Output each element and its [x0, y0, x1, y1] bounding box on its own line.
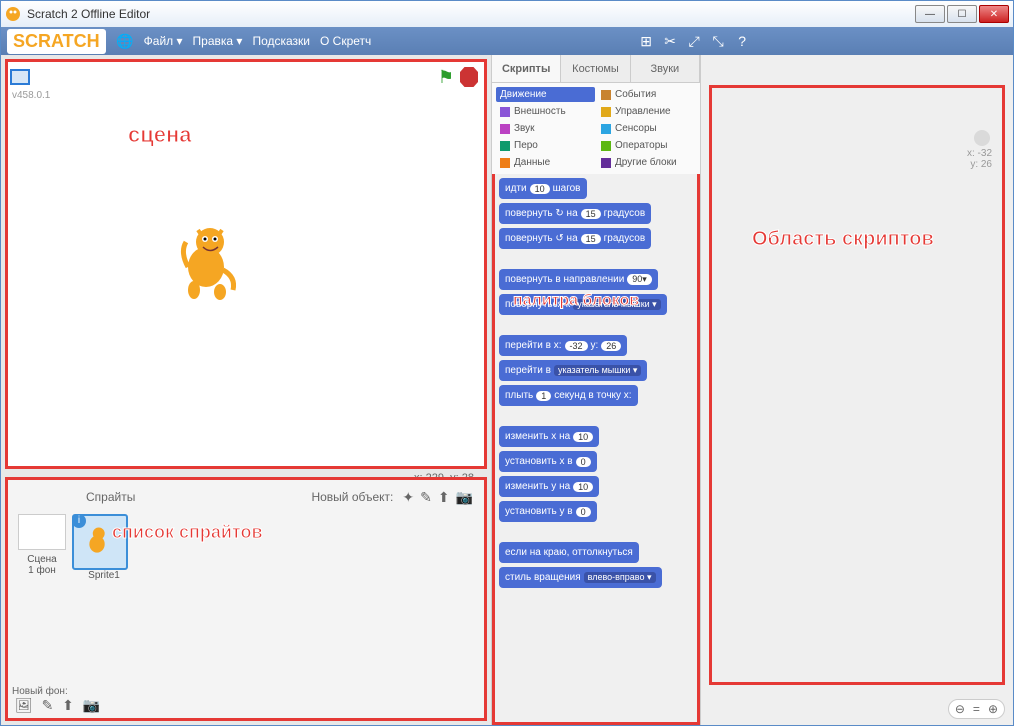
- block-set-x[interactable]: установить x в0: [499, 451, 597, 472]
- new-backdrop-label: Новый фон:: [12, 686, 103, 697]
- annotation-scripts-area: Область скриптов: [752, 228, 934, 251]
- category-Звук[interactable]: Звук: [496, 121, 595, 136]
- camera-backdrop-icon[interactable]: 📷: [83, 697, 100, 713]
- window-titlebar: Scratch 2 Offline Editor — ☐ ✕: [1, 1, 1013, 27]
- fullscreen-button[interactable]: [10, 69, 30, 85]
- window-close-button[interactable]: ✕: [979, 5, 1009, 23]
- stamp-icon[interactable]: ⊞: [637, 32, 655, 50]
- category-grid: ДвижениеСобытияВнешностьУправлениеЗвукСе…: [492, 83, 700, 174]
- category-Сенсоры[interactable]: Сенсоры: [597, 121, 696, 136]
- category-Движение[interactable]: Движение: [496, 87, 595, 102]
- blocks-palette: палитра блоков идти10шагов повернуть ↻ н…: [492, 174, 700, 725]
- choose-backdrop-icon[interactable]: 🖼: [15, 697, 33, 713]
- annotation-sprite-list: список спрайтов: [112, 522, 263, 543]
- block-rotation-style[interactable]: стиль вращениявлево-вправо ▾: [499, 567, 662, 588]
- window-maximize-button[interactable]: ☐: [947, 5, 977, 23]
- sprite-info-icon[interactable]: i: [72, 514, 86, 528]
- grow-icon[interactable]: ⤢: [685, 32, 703, 50]
- scripts-area[interactable]: Область скриптов x: -32 y: 26: [709, 85, 1005, 685]
- menu-tips[interactable]: Подсказки: [252, 34, 310, 48]
- stage-sprite-cat[interactable]: [178, 222, 248, 302]
- block-goto-xy[interactable]: перейти в x:-32y:26: [499, 335, 627, 356]
- window-title: Scratch 2 Offline Editor: [27, 7, 150, 21]
- shrink-icon[interactable]: ⤡: [709, 32, 727, 50]
- block-move-steps[interactable]: идти10шагов: [499, 178, 587, 199]
- category-Другие блоки[interactable]: Другие блоки: [597, 155, 696, 170]
- help-icon[interactable]: ?: [733, 32, 751, 50]
- new-object-label: Новый объект:: [311, 490, 393, 504]
- zoom-in-icon[interactable]: ⊕: [988, 702, 998, 716]
- category-Перо[interactable]: Перо: [496, 138, 595, 153]
- version-label: v458.0.1: [12, 90, 50, 101]
- block-goto-target[interactable]: перейти вуказатель мышки ▾: [499, 360, 647, 381]
- category-Управление[interactable]: Управление: [597, 104, 696, 119]
- menu-file[interactable]: Файл ▾: [144, 34, 183, 48]
- paint-sprite-icon[interactable]: ✎: [420, 489, 432, 506]
- annotation-palette: палитра блоков: [513, 292, 639, 310]
- scratch-app-icon: [5, 6, 21, 22]
- tab-costumes[interactable]: Костюмы: [561, 55, 630, 82]
- block-change-x[interactable]: изменить x на10: [499, 426, 599, 447]
- block-change-y[interactable]: изменить y на10: [499, 476, 599, 497]
- menubar: SCRATCH 🌐 Файл ▾ Правка ▾ Подсказки О Ск…: [1, 27, 1013, 55]
- zoom-reset-icon[interactable]: =: [973, 702, 980, 716]
- choose-sprite-icon[interactable]: ✦: [402, 489, 414, 506]
- scratch-logo[interactable]: SCRATCH: [7, 29, 106, 54]
- block-glide[interactable]: плыть1секунд в точку x:: [499, 385, 638, 406]
- window-minimize-button[interactable]: —: [915, 5, 945, 23]
- editor-tabs: Скрипты Костюмы Звуки: [492, 55, 700, 83]
- block-turn-cw[interactable]: повернуть ↻ на15градусов: [499, 203, 651, 224]
- category-События[interactable]: События: [597, 87, 696, 102]
- scissors-icon[interactable]: ✂: [661, 32, 679, 50]
- sprites-panel: Спрайты Новый объект: ✦ ✎ ⬆ 📷 Сцена 1 фо…: [5, 477, 487, 721]
- green-flag-icon[interactable]: ⚑: [438, 67, 454, 88]
- category-Внешность[interactable]: Внешность: [496, 104, 595, 119]
- stop-icon[interactable]: [460, 67, 478, 87]
- annotation-stage: сцена: [128, 122, 192, 148]
- block-edge-bounce[interactable]: если на краю, оттолкнуться: [499, 542, 639, 563]
- zoom-controls: ⊖ = ⊕: [948, 699, 1005, 719]
- stage-panel: ⚑ v458.0.1 сцена x: 229 y: 28: [5, 59, 487, 469]
- stage-thumbnail[interactable]: Сцена 1 фон: [12, 514, 72, 581]
- upload-backdrop-icon[interactable]: ⬆: [62, 697, 74, 713]
- paint-backdrop-icon[interactable]: ✎: [42, 697, 54, 713]
- block-set-y[interactable]: установить y в0: [499, 501, 597, 522]
- block-point-direction[interactable]: повернуть в направлении90▾: [499, 269, 658, 290]
- camera-sprite-icon[interactable]: 📷: [456, 489, 473, 506]
- sprite-position-readout: x: -32 y: 26: [967, 128, 992, 170]
- menu-edit[interactable]: Правка ▾: [193, 34, 243, 48]
- category-Операторы[interactable]: Операторы: [597, 138, 696, 153]
- globe-icon[interactable]: 🌐: [116, 32, 134, 50]
- category-Данные[interactable]: Данные: [496, 155, 595, 170]
- menu-about[interactable]: О Скретч: [320, 34, 371, 48]
- sprites-title: Спрайты: [86, 490, 135, 504]
- upload-sprite-icon[interactable]: ⬆: [438, 489, 450, 506]
- tab-scripts[interactable]: Скрипты: [492, 55, 561, 82]
- tab-sounds[interactable]: Звуки: [631, 55, 700, 82]
- block-turn-ccw[interactable]: повернуть ↺ на15градусов: [499, 228, 651, 249]
- zoom-out-icon[interactable]: ⊖: [955, 702, 965, 716]
